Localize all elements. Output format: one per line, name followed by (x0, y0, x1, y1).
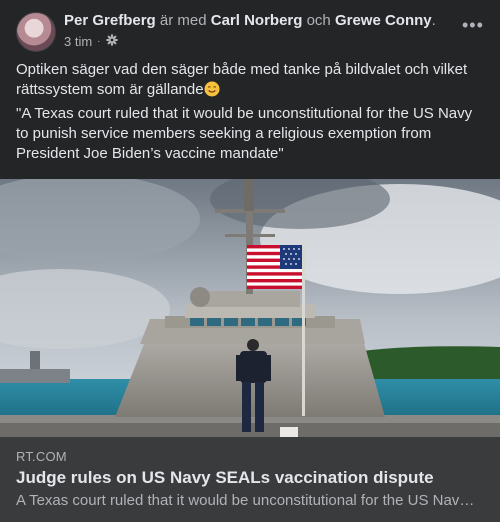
author-avatar[interactable] (16, 12, 56, 52)
link-preview-image[interactable] (0, 179, 500, 437)
post-text: Optiken säger vad den säger både med tan… (16, 60, 486, 168)
feed-post: Per Grefberg är med Carl Norberg och Gre… (0, 0, 500, 522)
post-quote: "A Texas court ruled that it would be un… (16, 105, 473, 162)
link-domain: RT.COM (16, 449, 67, 464)
with-word: är med (159, 12, 207, 29)
post-text-main: Optiken säger vad den säger både med tan… (16, 61, 468, 98)
attribution-period: . (431, 12, 436, 29)
post-attribution: Per Grefberg är med Carl Norberg och Gre… (64, 12, 436, 30)
gear-icon[interactable] (105, 34, 118, 49)
author-name[interactable]: Per Grefberg (64, 12, 156, 29)
us-flag-icon (247, 245, 302, 289)
post-header: Per Grefberg är med Carl Norberg och Gre… (0, 0, 500, 58)
and-word: och (306, 12, 331, 29)
link-headline[interactable]: Judge rules on US Navy SEALs vaccination… (16, 468, 434, 488)
meta-separator: · (97, 36, 101, 47)
post-meta: 3 tim · (64, 34, 118, 49)
link-description: A Texas court ruled that it would be unc… (16, 492, 476, 509)
tagged-user-2[interactable]: Grewe Conny (335, 12, 432, 29)
tagged-user-1[interactable]: Carl Norberg (211, 12, 303, 29)
link-preview-meta[interactable]: RT.COM Judge rules on US Navy SEALs vacc… (0, 437, 500, 522)
smiling-face-emoji (204, 81, 220, 97)
more-options-icon[interactable]: ••• (462, 16, 483, 38)
post-timestamp[interactable]: 3 tim (64, 34, 92, 49)
post-text-line: Optiken säger vad den säger både med tan… (16, 60, 486, 100)
